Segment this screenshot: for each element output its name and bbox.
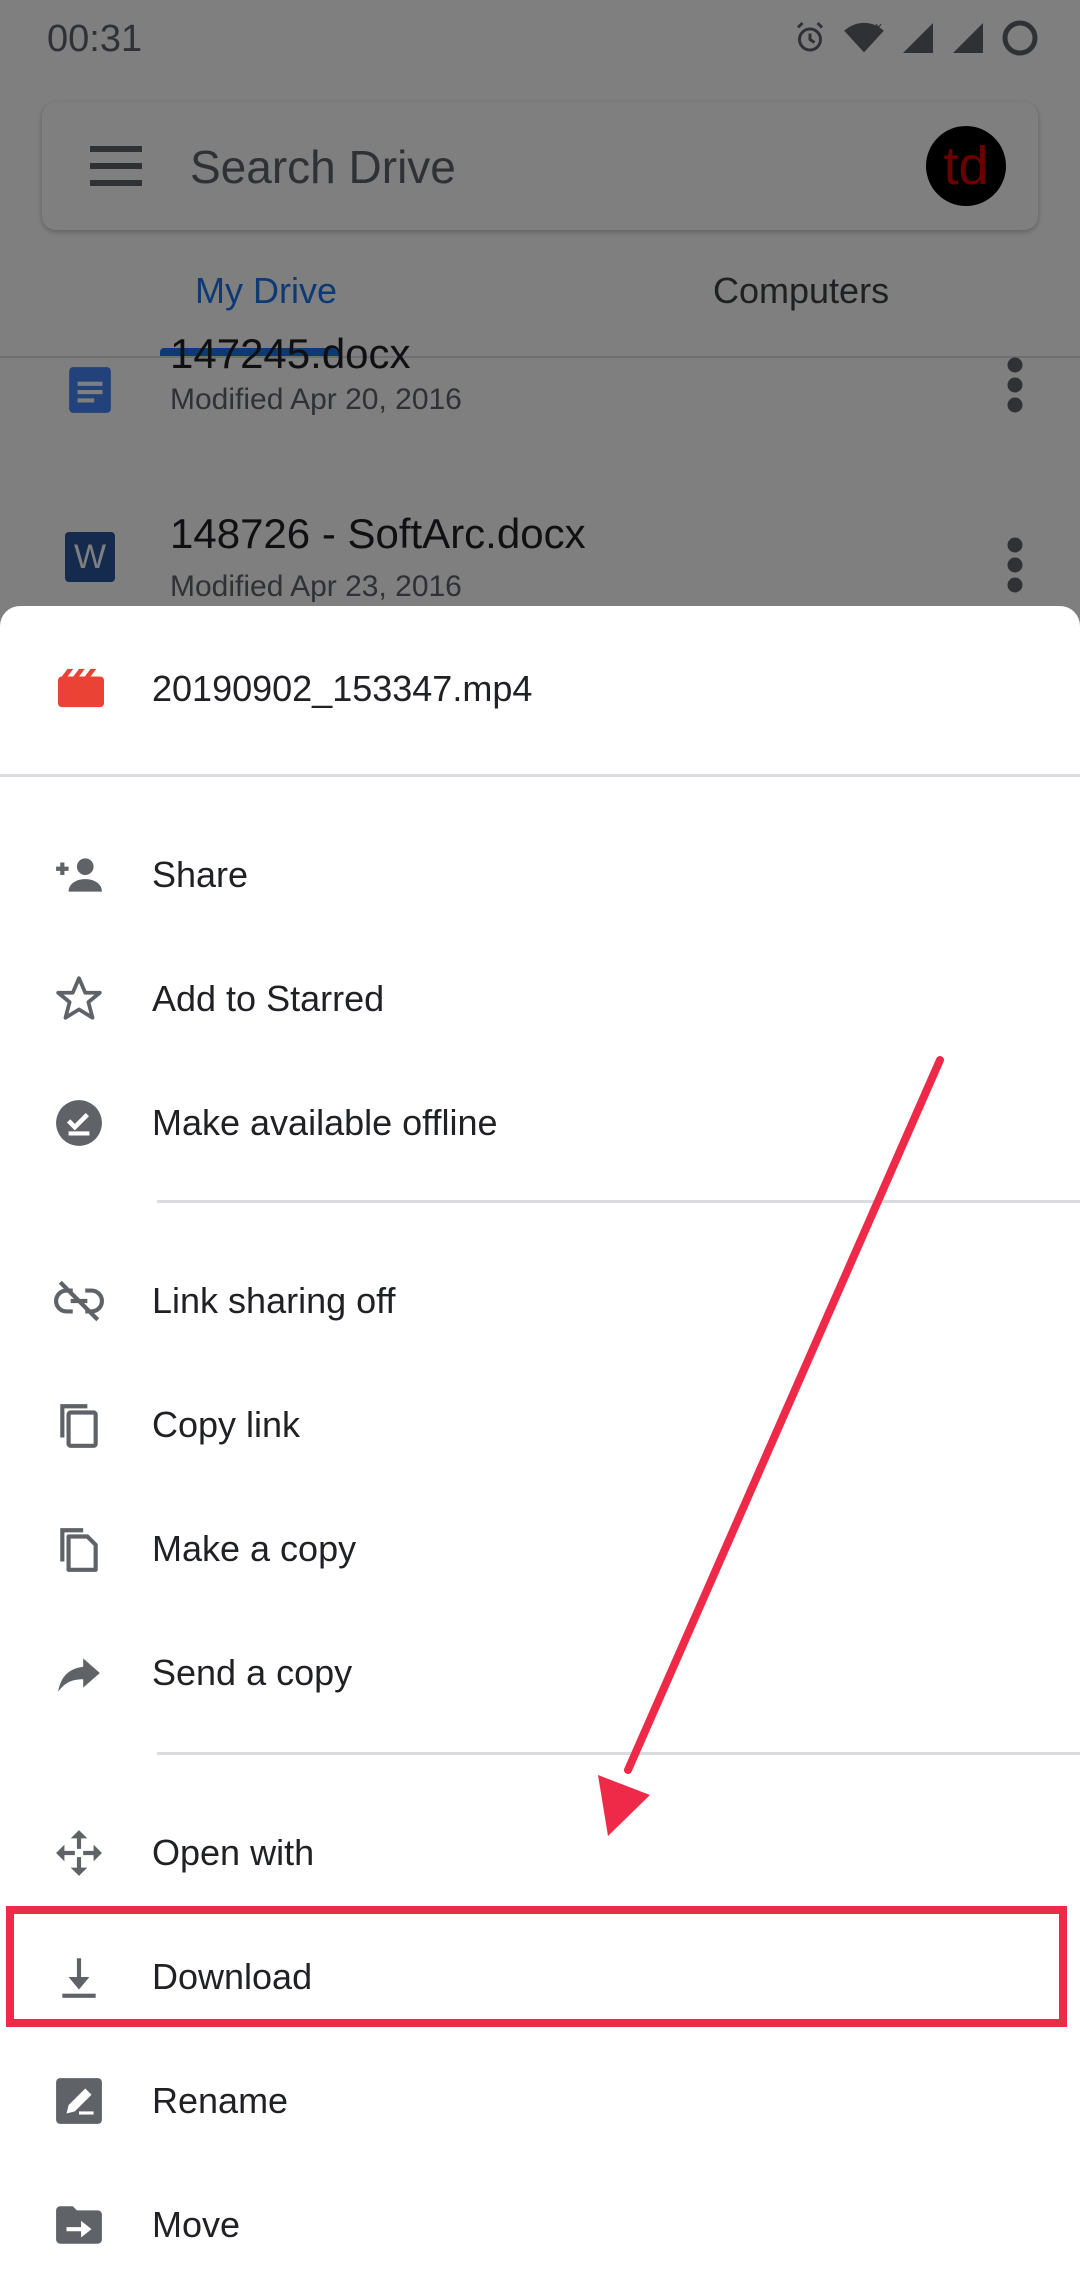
person-add-icon bbox=[56, 858, 102, 892]
menu-label: Make a copy bbox=[152, 1528, 357, 1569]
menu-label: Rename bbox=[152, 2080, 289, 2121]
bottom-sheet: 20190902_153347.mp4 Share Add to Starred… bbox=[0, 606, 1080, 2280]
rename-icon bbox=[56, 2078, 102, 2124]
menu-item-move[interactable]: Move bbox=[0, 2162, 1080, 2286]
menu-label: Share bbox=[152, 854, 249, 895]
menu-item-make-available-offline[interactable]: Make available offline bbox=[0, 1060, 1080, 1184]
open-with-icon bbox=[56, 1830, 102, 1876]
menu-item-add-to-starred[interactable]: Add to Starred bbox=[0, 936, 1080, 1060]
file-copy-icon bbox=[60, 1528, 98, 1572]
menu-item-make-a-copy[interactable]: Make a copy bbox=[0, 1486, 1080, 1610]
video-file-icon bbox=[58, 668, 104, 708]
copy-icon bbox=[60, 1404, 98, 1448]
share-arrow-icon bbox=[58, 1658, 100, 1692]
menu-label: Make available offline bbox=[152, 1102, 498, 1143]
menu-item-send-a-copy[interactable]: Send a copy bbox=[0, 1610, 1080, 1734]
sheet-header: 20190902_153347.mp4 bbox=[0, 606, 1080, 777]
menu-label: Add to Starred bbox=[152, 978, 385, 1019]
link-off-icon bbox=[54, 1280, 104, 1322]
menu-label: Link sharing off bbox=[152, 1280, 396, 1321]
sheet-file-name: 20190902_153347.mp4 bbox=[152, 668, 533, 709]
menu-item-copy-link[interactable]: Copy link bbox=[0, 1362, 1080, 1486]
menu-label: Copy link bbox=[152, 1404, 301, 1445]
move-folder-icon bbox=[56, 2206, 102, 2244]
menu-label: Move bbox=[152, 2204, 241, 2245]
menu-label: Open with bbox=[152, 1832, 315, 1873]
menu-item-open-with[interactable]: Open with bbox=[0, 1790, 1080, 1914]
offline-check-icon bbox=[56, 1100, 102, 1146]
menu-divider bbox=[157, 1200, 1080, 1203]
menu-item-rename[interactable]: Rename bbox=[0, 2038, 1080, 2162]
menu-label: Send a copy bbox=[152, 1652, 353, 1693]
star-outline-icon bbox=[56, 976, 102, 1020]
download-highlight-box bbox=[6, 1906, 1067, 2027]
menu-item-link-sharing-off[interactable]: Link sharing off bbox=[0, 1238, 1080, 1362]
menu-divider bbox=[157, 1752, 1080, 1755]
menu-item-share[interactable]: Share bbox=[0, 812, 1080, 936]
